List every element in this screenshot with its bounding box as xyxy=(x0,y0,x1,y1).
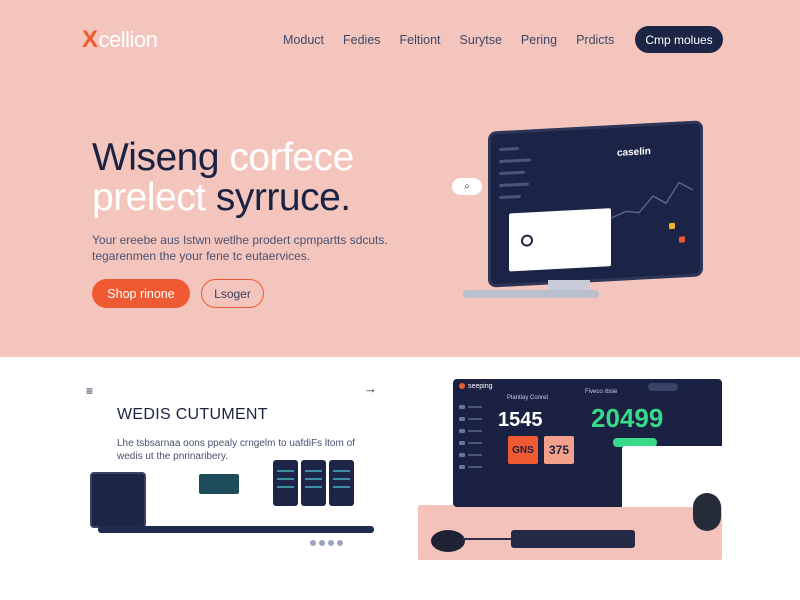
monitor-sidebar xyxy=(499,144,569,208)
hero-section: X cellion Moduct Fedies Feltiont Surytse… xyxy=(0,0,800,357)
dashboard-button[interactable] xyxy=(648,383,678,391)
logo-text: cellion xyxy=(98,27,158,52)
dashboard-label: Fiveco rbsie xyxy=(585,389,618,395)
sidebar-item[interactable] xyxy=(459,405,465,409)
monitor-card xyxy=(509,208,611,272)
pagination-dot[interactable] xyxy=(337,540,343,546)
sidebar-item[interactable] xyxy=(459,465,465,469)
monitor-line xyxy=(499,182,529,188)
metric-tag-a: GNS xyxy=(508,436,538,464)
dashboard-sidebar xyxy=(459,405,465,477)
main-nav: Moduct Fedies Feltiont Surytse Pering Pr… xyxy=(283,33,633,47)
monitor-dot xyxy=(669,222,675,230)
section-title: WEDIS CUTUMENT xyxy=(117,406,268,423)
monitor-line xyxy=(499,194,521,200)
nav-item-6[interactable]: Prdicts xyxy=(576,33,614,47)
headline-line-1: Wiseng corfece xyxy=(92,138,354,178)
headline-word: prelect xyxy=(92,176,206,219)
sidebar-item[interactable] xyxy=(459,441,465,445)
dashboard-brand: seeping xyxy=(459,383,493,390)
hero-subtext: Your ereebe aus Istwn wetlhe prodert cpm… xyxy=(92,233,388,263)
phone-illustration xyxy=(301,460,326,506)
monitor-stand xyxy=(548,280,590,290)
nav-item-5[interactable]: Pering xyxy=(521,33,557,47)
sidebar-item[interactable] xyxy=(459,417,465,421)
mouse-cable xyxy=(462,538,512,540)
hamburger-icon[interactable]: ≡ xyxy=(86,384,93,398)
brand-logo[interactable]: X cellion xyxy=(82,26,158,54)
sidebar-item[interactable] xyxy=(459,429,465,433)
monitor-line xyxy=(499,147,519,152)
headline-word: corfece xyxy=(229,136,354,179)
dashboard-label: Plantlay Conret xyxy=(507,395,549,401)
monitor-chart xyxy=(611,181,694,219)
logo-mark: X xyxy=(82,26,98,53)
nav-item-4[interactable]: Surytse xyxy=(460,33,502,47)
nav-item-2[interactable]: Fedies xyxy=(343,33,381,47)
monitor-dot xyxy=(679,236,685,243)
header-cta-button[interactable]: Cmp molues xyxy=(635,26,723,53)
phone-illustration xyxy=(273,460,298,506)
pagination-dot[interactable] xyxy=(328,540,334,546)
nav-item-3[interactable]: Feltiont xyxy=(400,33,441,47)
speaker-illustration xyxy=(693,493,721,531)
keyboard-illustration xyxy=(511,530,635,548)
monitor-title: caselin xyxy=(617,146,651,159)
pagination-dot[interactable] xyxy=(310,540,316,546)
laptop-illustration xyxy=(90,472,146,528)
headline-word: Wiseng xyxy=(92,136,220,179)
shop-now-button[interactable]: Shop rinone xyxy=(92,279,190,308)
hero-monitor-illustration: caselin xyxy=(488,120,703,288)
phone-illustration xyxy=(329,460,354,506)
search-icon[interactable]: ⌕ xyxy=(452,178,482,195)
mouse-illustration xyxy=(431,530,465,552)
pagination-dots[interactable] xyxy=(310,540,343,546)
headline-line-2: prelect syrruce. xyxy=(92,178,354,218)
metric-value-a: 1545 xyxy=(498,409,543,431)
metric-tag-b: 375 xyxy=(544,436,574,464)
monitor-base xyxy=(463,290,599,298)
circle-icon xyxy=(521,234,533,247)
hero-headline: Wiseng corfece prelect syrruce. xyxy=(92,138,354,218)
monitor-line xyxy=(499,158,531,164)
login-button[interactable]: Lsoger xyxy=(201,279,264,308)
arrow-right-icon[interactable]: → xyxy=(364,381,377,396)
monitor-line xyxy=(499,170,525,176)
mini-taskbar xyxy=(98,526,374,533)
headline-word: syrruce. xyxy=(215,176,351,219)
pagination-dot[interactable] xyxy=(319,540,325,546)
metric-value-b: 20499 xyxy=(591,403,664,433)
section-text: Lhe tsbsarnaa oons ppealy crngelm to uaf… xyxy=(117,438,355,462)
sidebar-item[interactable] xyxy=(459,453,465,457)
nav-item-1[interactable]: Moduct xyxy=(283,33,324,47)
mini-card xyxy=(199,474,239,494)
